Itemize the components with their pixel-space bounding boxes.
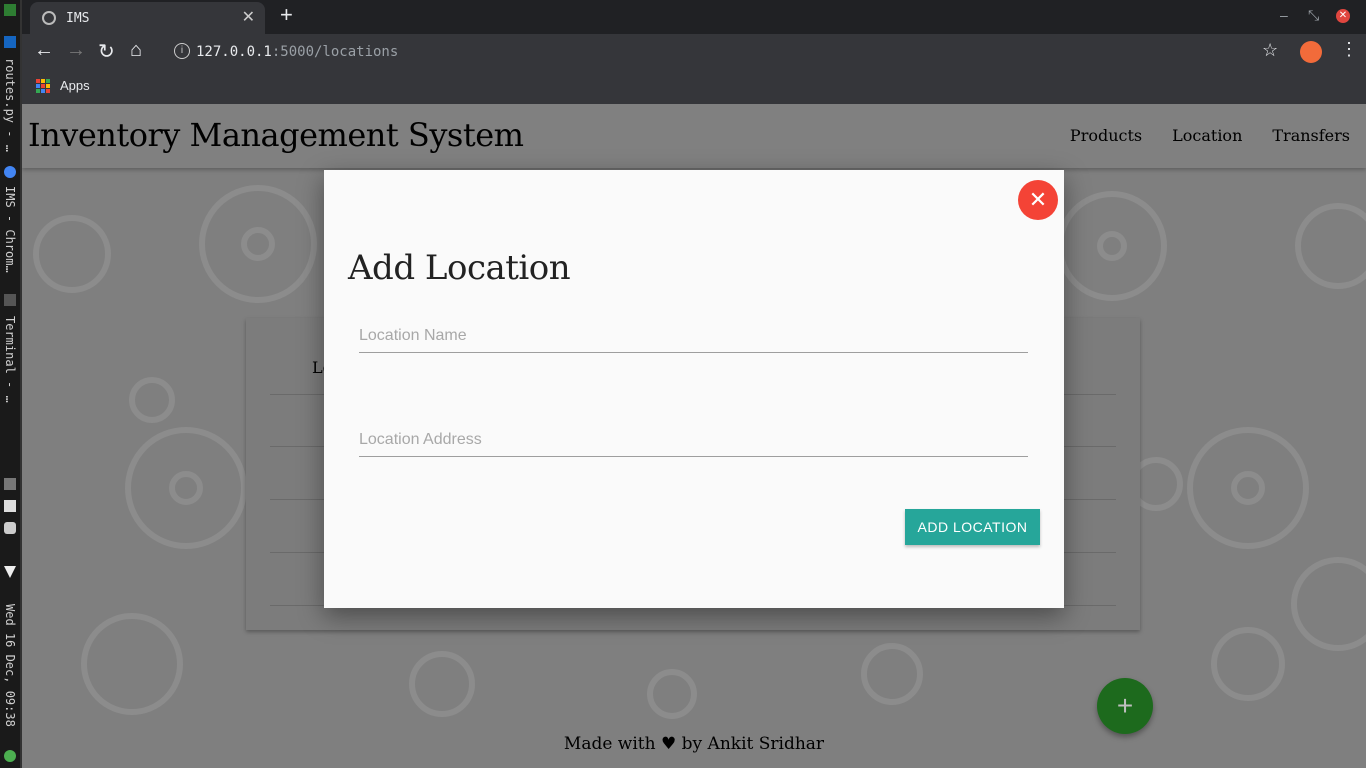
browser-tab[interactable]: IMS ✕ bbox=[30, 2, 265, 34]
location-address-input[interactable] bbox=[359, 424, 1028, 457]
window-title-3[interactable]: Terminal - … bbox=[3, 316, 17, 403]
globe-icon bbox=[42, 11, 56, 25]
footer: Made with ♥ by Ankit Sridhar bbox=[22, 734, 1366, 754]
apps-bookmark[interactable]: Apps bbox=[60, 78, 90, 93]
add-fab-button[interactable]: + bbox=[1097, 678, 1153, 734]
window-title-1[interactable]: routes.py - … bbox=[3, 58, 17, 152]
avatar[interactable] bbox=[1300, 41, 1322, 63]
home-icon[interactable]: ⌂ bbox=[130, 39, 142, 62]
reload-icon[interactable]: ↻ bbox=[98, 39, 115, 64]
forward-icon[interactable]: → bbox=[66, 39, 86, 62]
address-bar[interactable]: i 127.0.0.1:5000/locations bbox=[170, 40, 1270, 64]
shield-icon bbox=[4, 522, 16, 534]
modal-title: Add Location bbox=[348, 248, 571, 288]
page-content: Inventory Management System Products Loc… bbox=[22, 104, 1366, 768]
nav-products[interactable]: Products bbox=[1070, 126, 1142, 145]
wifi-icon bbox=[4, 566, 16, 578]
nav-transfers[interactable]: Transfers bbox=[1272, 126, 1350, 145]
status-dot-icon bbox=[4, 750, 16, 762]
bookmark-star-icon[interactable]: ☆ bbox=[1262, 40, 1278, 61]
terminal-icon bbox=[4, 294, 16, 306]
tab-strip: IMS ✕ + – ⤡ ✕ bbox=[22, 0, 1366, 34]
footer-prefix: Made with bbox=[563, 734, 656, 754]
site-header: Inventory Management System Products Loc… bbox=[22, 104, 1366, 168]
main-nav: Products Location Transfers bbox=[1070, 126, 1350, 145]
close-modal-button[interactable]: ✕ bbox=[1018, 180, 1058, 220]
maximize-icon[interactable]: ⤡ bbox=[1308, 7, 1319, 24]
browser-toolbar: ← → ↻ ⌂ i 127.0.0.1:5000/locations ☆ ⋮ bbox=[22, 34, 1366, 70]
chrome-icon bbox=[4, 166, 16, 178]
window-close-icon[interactable]: ✕ bbox=[1336, 9, 1350, 23]
add-location-button[interactable]: ADD LOCATION bbox=[905, 509, 1040, 545]
minimize-icon[interactable]: – bbox=[1280, 7, 1288, 23]
battery-icon bbox=[4, 500, 16, 512]
menu-icon[interactable]: ⋮ bbox=[1340, 39, 1358, 60]
nav-location[interactable]: Location bbox=[1172, 126, 1242, 145]
editor-icon bbox=[4, 36, 16, 48]
heart-icon: ♥ bbox=[661, 734, 677, 754]
add-location-modal: ✕ Add Location ADD LOCATION bbox=[324, 170, 1064, 608]
info-icon[interactable]: i bbox=[174, 43, 190, 59]
url-text: 127.0.0.1:5000/locations bbox=[196, 44, 398, 60]
back-icon[interactable]: ← bbox=[34, 39, 54, 62]
clock: Wed 16 Dec, 09:38 bbox=[3, 604, 17, 727]
window-title-2[interactable]: IMS - Chrom… bbox=[3, 186, 17, 273]
url-path: :5000/locations bbox=[271, 44, 399, 60]
new-tab-icon[interactable]: + bbox=[280, 2, 293, 28]
url-host: 127.0.0.1 bbox=[196, 44, 272, 60]
footer-author: by Ankit Sridhar bbox=[681, 734, 825, 754]
system-bar: routes.py - … IMS - Chrom… Terminal - … … bbox=[0, 0, 22, 768]
tab-title: IMS bbox=[66, 11, 90, 26]
site-brand[interactable]: Inventory Management System bbox=[28, 116, 524, 154]
apps-grid-icon[interactable] bbox=[36, 79, 50, 93]
tray-icon[interactable] bbox=[4, 478, 16, 490]
close-tab-icon[interactable]: ✕ bbox=[242, 7, 255, 27]
bookmarks-bar: Apps bbox=[22, 70, 1366, 104]
location-name-input[interactable] bbox=[359, 320, 1028, 353]
workspace-icon[interactable] bbox=[4, 4, 16, 16]
